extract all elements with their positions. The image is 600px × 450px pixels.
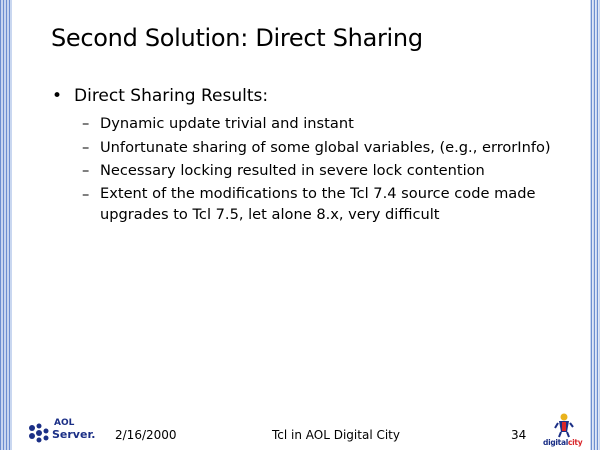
list-item: – Necessary locking resulted in severe l… [82, 159, 551, 183]
list-item-text: Dynamic update trivial and instant [100, 115, 354, 132]
main-bullet: • Direct Sharing Results: [52, 86, 268, 106]
digitalcity-brand-text: digitalcity [543, 438, 583, 447]
list-item-text: Necessary locking resulted in severe loc… [100, 162, 485, 179]
dash-marker: – [82, 138, 90, 156]
sub-bullet-list: – Dynamic update trivial and instant – U… [82, 112, 551, 225]
aolserver-logo: AOL Server. [28, 418, 98, 444]
dash-marker: – [82, 162, 90, 179]
footer-date: 2/16/2000 [115, 428, 177, 442]
digitalcity-logo: digitalcity [543, 412, 583, 447]
aolserver-dots-icon [29, 423, 49, 443]
digitalcity-figure-icon [554, 413, 574, 438]
page-number: 34 [511, 428, 527, 442]
list-item: – Dynamic update trivial and instant [82, 112, 551, 136]
slide-title: Second Solution: Direct Sharing [51, 24, 423, 52]
main-bullet-text: Direct Sharing Results: [74, 86, 269, 106]
list-item: – Extent of the modifications to the Tcl… [82, 183, 551, 225]
server-brand-text: Server. [52, 428, 96, 441]
dash-marker: – [82, 115, 90, 132]
aol-brand-text: AOL [54, 418, 75, 428]
right-decorative-border [590, 0, 600, 450]
dash-marker: – [82, 185, 90, 203]
list-item-text: Unfortunate sharing of some global varia… [100, 138, 551, 156]
list-item: – Unfortunate sharing of some global var… [82, 136, 551, 160]
footer-title: Tcl in AOL Digital City [272, 428, 400, 442]
left-decorative-border [0, 0, 12, 450]
list-item-text: Extent of the modifications to the Tcl 7… [100, 184, 536, 223]
bullet-marker: • [52, 86, 63, 106]
